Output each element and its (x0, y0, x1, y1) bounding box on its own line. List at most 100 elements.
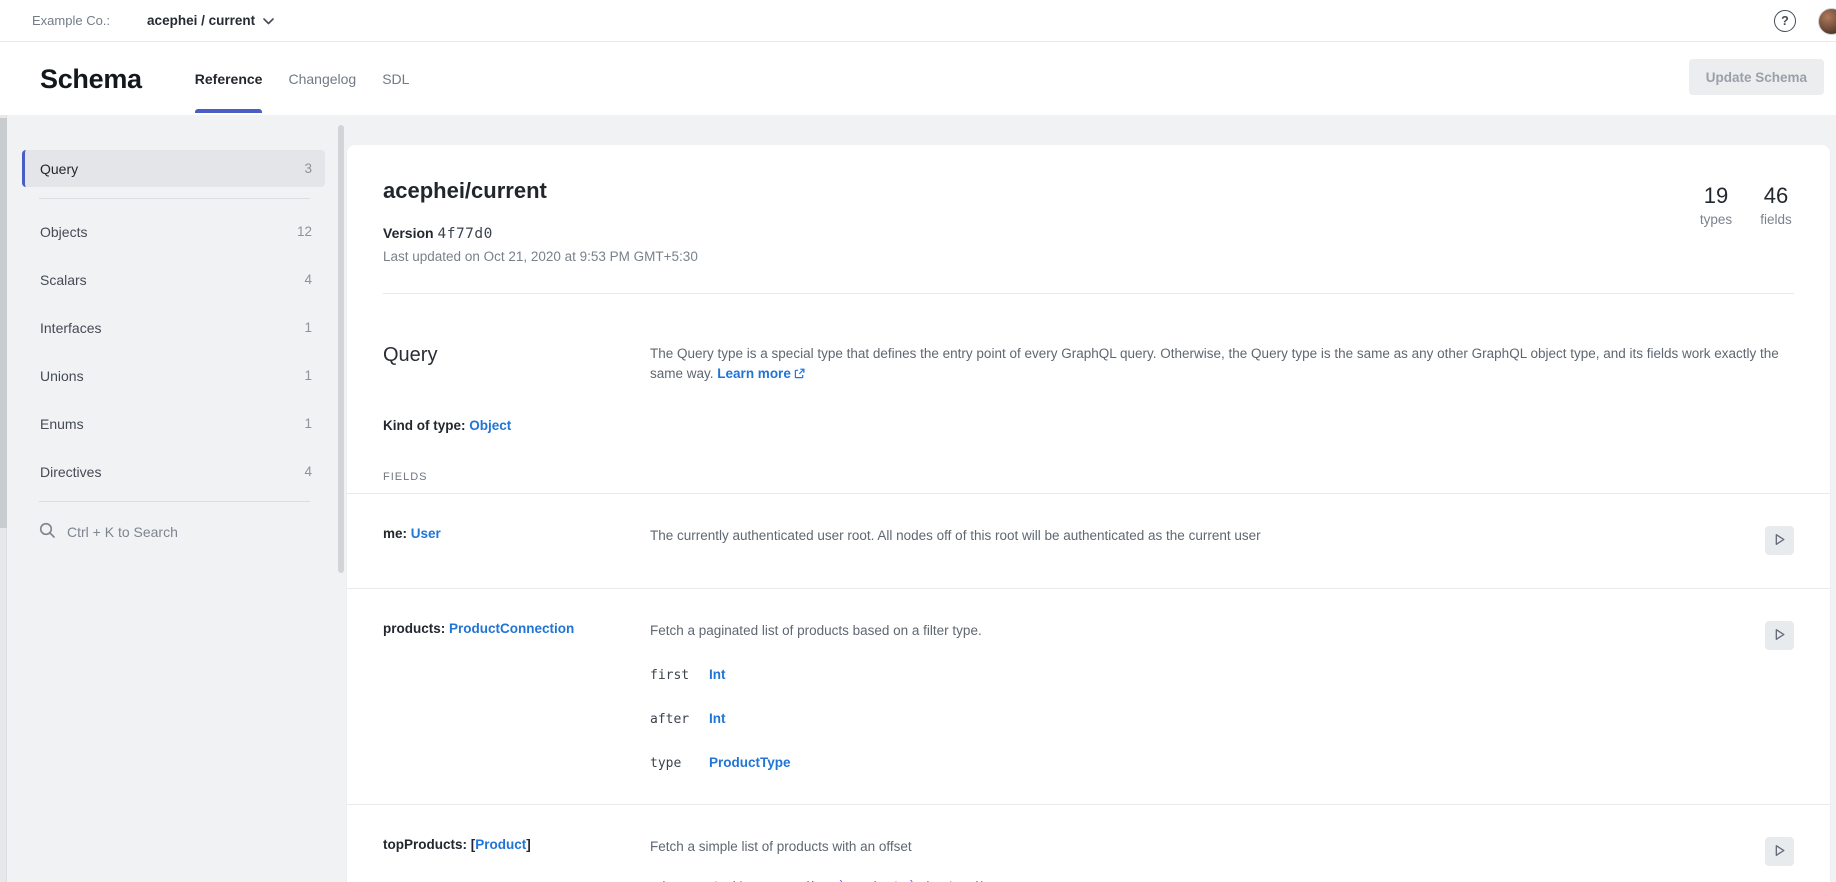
kind-of-type: Kind of type: Object (383, 418, 1794, 433)
window-scrollbar-thumb[interactable] (0, 118, 7, 528)
sidebar-item-objects[interactable]: Objects 12 (22, 213, 325, 250)
learn-more-link[interactable]: Learn more (717, 366, 805, 381)
sidebar-item-count: 1 (304, 416, 312, 431)
user-avatar[interactable] (1818, 8, 1836, 35)
topbar-right: ? (1774, 0, 1836, 42)
field-name: products: (383, 621, 445, 636)
run-in-explorer-button[interactable] (1765, 621, 1794, 650)
sidebar-item-label: Enums (40, 416, 84, 432)
play-icon (1772, 627, 1787, 645)
play-icon (1772, 843, 1787, 861)
tab-bar: Reference Changelog SDL (195, 43, 410, 115)
graph-selector-label: acephei / current (147, 13, 255, 28)
field-type-link[interactable]: ProductConnection (449, 621, 574, 636)
field-type-link[interactable]: Product (475, 837, 526, 852)
sidebar-item-label: Objects (40, 224, 87, 240)
stat-fields-label: fields (1758, 212, 1794, 227)
graph-selector-dropdown[interactable]: acephei / current (147, 13, 274, 28)
sidebar-item-query[interactable]: Query 3 (22, 150, 325, 187)
argument-type-link[interactable]: Int (709, 667, 726, 682)
stat-types-label: types (1698, 212, 1734, 227)
field-signature: me: User (383, 526, 650, 555)
sidebar-item-label: Unions (40, 368, 84, 384)
sidebar-item-count: 12 (297, 224, 312, 239)
fields-section-label: FIELDS (383, 471, 1794, 483)
field-row-products: products: ProductConnection Fetch a pagi… (383, 589, 1794, 804)
chevron-down-icon (263, 13, 274, 28)
field-signature: topProducts: [Product] (383, 837, 650, 882)
stat-types-value: 19 (1698, 183, 1734, 209)
tab-sdl[interactable]: SDL (382, 43, 409, 115)
field-row-me: me: User The currently authenticated use… (383, 494, 1794, 588)
field-name: topProducts: (383, 837, 467, 852)
version-line: Version 4f77d0 (383, 225, 1794, 242)
last-updated: Last updated on Oct 21, 2020 at 9:53 PM … (383, 249, 1794, 264)
sidebar-item-label: Scalars (40, 272, 87, 288)
field-description: The currently authenticated user root. A… (650, 526, 1754, 555)
sidebar-item-count: 4 (304, 272, 312, 287)
argument-name: first (650, 668, 709, 683)
learn-more-label: Learn more (717, 366, 791, 381)
kind-label: Kind of type: (383, 418, 466, 433)
argument-type-link[interactable]: ProductType (709, 755, 791, 770)
schema-stats: 19 types 46 fields (1698, 183, 1794, 227)
external-link-icon (794, 365, 805, 385)
argument-name: type (650, 756, 709, 771)
run-in-explorer-button[interactable] (1765, 837, 1794, 866)
sidebar-item-enums[interactable]: Enums 1 (22, 405, 325, 442)
argument-row: after Int (650, 711, 1754, 727)
field-type-suffix: ] (526, 837, 531, 852)
sidebar-scrollbar[interactable] (338, 125, 344, 573)
sidebar-item-count: 4 (304, 464, 312, 479)
run-in-explorer-button[interactable] (1765, 526, 1794, 555)
version-label: Version (383, 225, 434, 241)
tab-changelog[interactable]: Changelog (288, 43, 356, 115)
argument-type-link[interactable]: Int (709, 711, 726, 726)
type-description: The Query type is a special type that de… (650, 344, 1794, 385)
version-value: 4f77d0 (437, 226, 492, 242)
sidebar-item-label: Directives (40, 464, 101, 480)
argument-name: after (650, 712, 709, 727)
schema-type-sidebar: Query 3 Objects 12 Scalars 4 Interfaces … (8, 115, 347, 882)
field-signature: products: ProductConnection (383, 621, 650, 771)
field-arguments: first Int after Int type ProductType (650, 667, 1754, 771)
kind-value-link[interactable]: Object (469, 418, 511, 433)
content-area: Query 3 Objects 12 Scalars 4 Interfaces … (0, 115, 1836, 882)
divider (383, 293, 1794, 294)
sidebar-item-scalars[interactable]: Scalars 4 (22, 261, 325, 298)
sidebar-item-count: 1 (304, 320, 312, 335)
update-schema-button[interactable]: Update Schema (1689, 59, 1824, 95)
argument-row: type ProductType (650, 755, 1754, 771)
sidebar-item-count: 1 (304, 368, 312, 383)
sidebar-item-label: Interfaces (40, 320, 101, 336)
page-header: Schema Reference Changelog SDL Update Sc… (0, 43, 1836, 115)
query-type-section: Query The Query type is a special type t… (347, 294, 1830, 882)
page-title: Schema (40, 64, 142, 95)
sidebar-item-unions[interactable]: Unions 1 (22, 357, 325, 394)
search-icon (39, 522, 56, 542)
sidebar-item-label: Query (40, 161, 78, 177)
field-type-link[interactable]: User (411, 526, 441, 541)
search-hint: Ctrl + K to Search (67, 524, 178, 540)
org-label: Example Co.: (32, 13, 110, 28)
help-icon[interactable]: ? (1774, 10, 1796, 32)
sidebar-divider (39, 198, 310, 199)
graph-summary: acephei/current Version 4f77d0 Last upda… (347, 145, 1830, 294)
field-row-topProducts: topProducts: [Product] Fetch a simple li… (383, 805, 1794, 882)
field-description: Fetch a paginated list of products based… (650, 621, 1754, 640)
search-trigger[interactable]: Ctrl + K to Search (39, 522, 325, 542)
schema-reference-card: acephei/current Version 4f77d0 Last upda… (347, 145, 1830, 882)
window-scrollbar[interactable] (0, 115, 7, 882)
stat-fields-value: 46 (1758, 183, 1794, 209)
top-bar: Example Co.: acephei / current ? (0, 0, 1836, 42)
tab-reference[interactable]: Reference (195, 43, 263, 115)
graph-title: acephei/current (383, 178, 1794, 204)
sidebar-item-directives[interactable]: Directives 4 (22, 453, 325, 490)
sidebar-item-interfaces[interactable]: Interfaces 1 (22, 309, 325, 346)
play-icon (1772, 532, 1787, 550)
sidebar-item-count: 3 (304, 161, 312, 176)
argument-row: first Int (650, 667, 1754, 683)
stat-types: 19 types (1698, 183, 1734, 227)
field-name: me: (383, 526, 407, 541)
type-description-text: The Query type is a special type that de… (650, 346, 1779, 381)
